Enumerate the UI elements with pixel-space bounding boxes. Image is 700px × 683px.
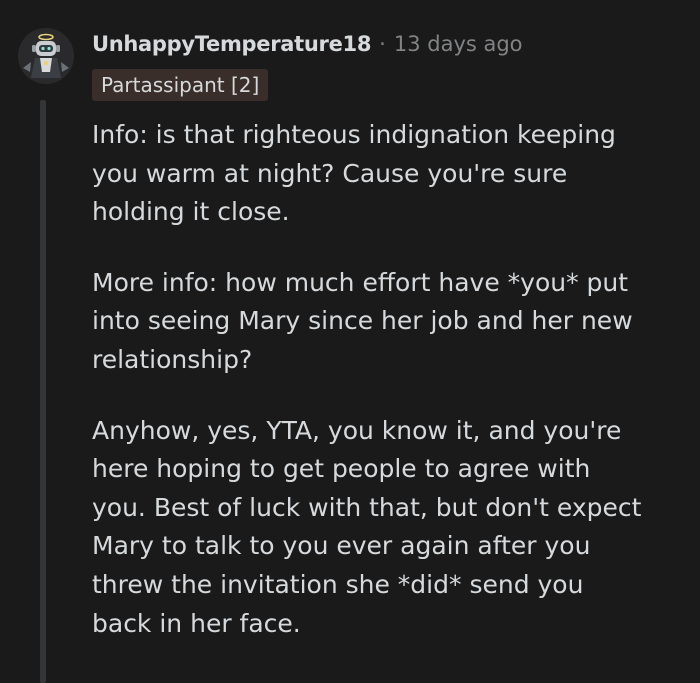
comment-text-line: relationship? — [92, 344, 253, 374]
username-link[interactable]: UnhappyTemperature18 — [92, 30, 371, 58]
comment-text-line: Anyhow, yes, YTA, you know it, and you'r… — [92, 415, 622, 445]
comment-paragraph: Anyhow, yes, YTA, you know it, and you'r… — [92, 412, 682, 644]
comment-text-line: you warm at night? Cause you're sure — [92, 158, 568, 188]
user-avatar[interactable] — [18, 28, 74, 84]
comment-body: Info: is that righteous indignation keep… — [92, 116, 682, 675]
comment-paragraph: Info: is that righteous indignation keep… — [92, 116, 682, 232]
comment-timestamp[interactable]: 13 days ago — [394, 30, 523, 58]
meta-separator: · — [379, 32, 386, 56]
comment-text-line: back in her face. — [92, 608, 301, 638]
user-flair-badge: Partassipant [2] — [92, 69, 269, 101]
thread-collapse-line[interactable] — [40, 100, 46, 683]
comment-text-line: into seeing Mary since her job and her n… — [92, 306, 633, 336]
robot-avatar-icon — [18, 28, 74, 84]
comment: UnhappyTemperature18 · 13 days ago Parta… — [0, 0, 700, 683]
comment-text-line: threw the invitation she *did* send you — [92, 569, 584, 599]
comment-text-line: Mary to talk to you ever again after you — [92, 531, 591, 561]
comment-text-line: More info: how much effort have *you* pu… — [92, 267, 629, 297]
comment-text-line: you. Best of luck with that, but don't e… — [92, 492, 642, 522]
comment-paragraph: More info: how much effort have *you* pu… — [92, 264, 682, 380]
comment-text-line: Info: is that righteous indignation keep… — [92, 120, 616, 149]
comment-header: UnhappyTemperature18 · 13 days ago — [92, 30, 523, 58]
comment-text-line: here hoping to get people to agree with — [92, 454, 591, 484]
comment-text-line: holding it close. — [92, 197, 290, 227]
